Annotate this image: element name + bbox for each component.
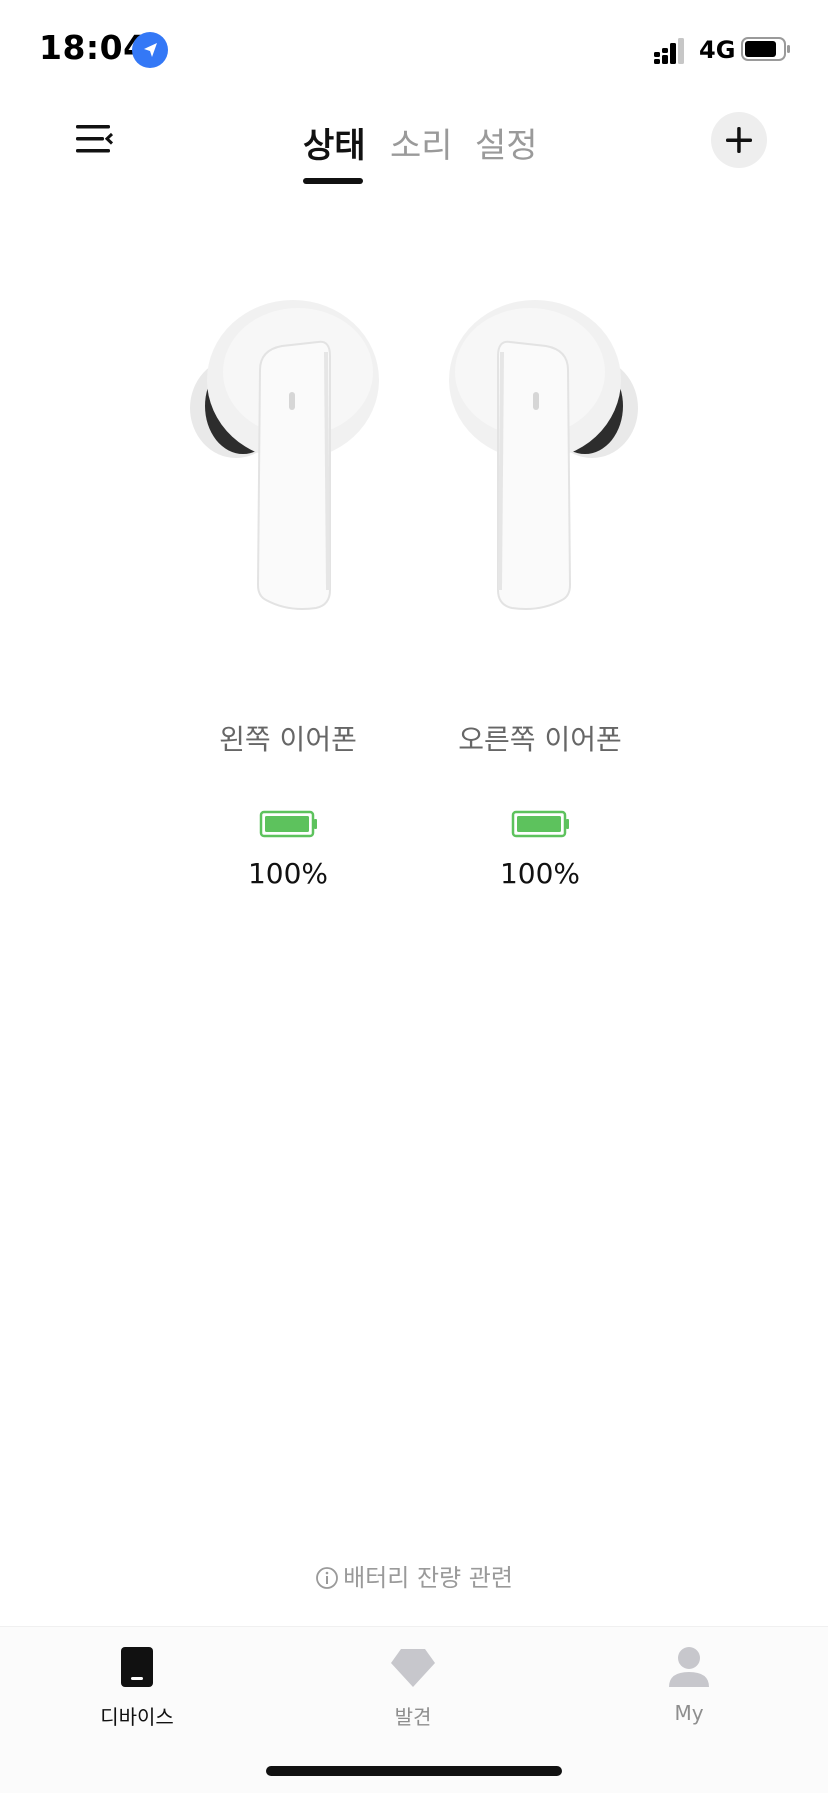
add-device-button[interactable] <box>711 112 767 168</box>
tab-settings[interactable]: 설정 <box>475 118 538 167</box>
status-time: 18:04 <box>39 28 147 67</box>
home-indicator <box>266 1766 562 1776</box>
menu-icon[interactable] <box>74 122 114 156</box>
left-earbud-label: 왼쪽 이어폰 <box>219 723 357 756</box>
battery-info-link[interactable]: 배터리 잔량 관련 <box>0 1558 828 1596</box>
left-battery-percent: 100% <box>247 857 329 890</box>
network-type: 4G <box>699 36 736 64</box>
tab-status[interactable]: 상태 <box>303 118 366 167</box>
info-icon <box>315 1566 339 1596</box>
right-earbud-label: 오른쪽 이어폰 <box>458 723 622 756</box>
nav-discover[interactable]: 발견 <box>333 1645 493 1730</box>
right-battery-icon <box>511 810 571 838</box>
person-icon <box>669 1647 709 1687</box>
signal-icon <box>654 38 690 64</box>
nav-my-label: My <box>674 1701 704 1725</box>
active-tab-indicator <box>303 178 363 184</box>
nav-discover-label: 발견 <box>394 1705 432 1729</box>
battery-info-text: 배터리 잔량 관련 <box>343 1564 513 1592</box>
left-earbud-image <box>188 300 388 620</box>
nav-device[interactable]: 디바이스 <box>57 1645 217 1730</box>
diamond-icon <box>391 1649 435 1687</box>
location-icon <box>132 32 168 68</box>
plus-icon <box>726 127 752 153</box>
right-earbud-image <box>440 300 640 620</box>
left-battery-icon <box>259 810 319 838</box>
nav-device-label: 디바이스 <box>100 1705 174 1729</box>
nav-my[interactable]: My <box>609 1645 769 1725</box>
battery-icon <box>741 36 791 62</box>
tab-sound[interactable]: 소리 <box>390 118 453 167</box>
device-icon <box>121 1647 153 1687</box>
right-battery-percent: 100% <box>499 857 581 890</box>
